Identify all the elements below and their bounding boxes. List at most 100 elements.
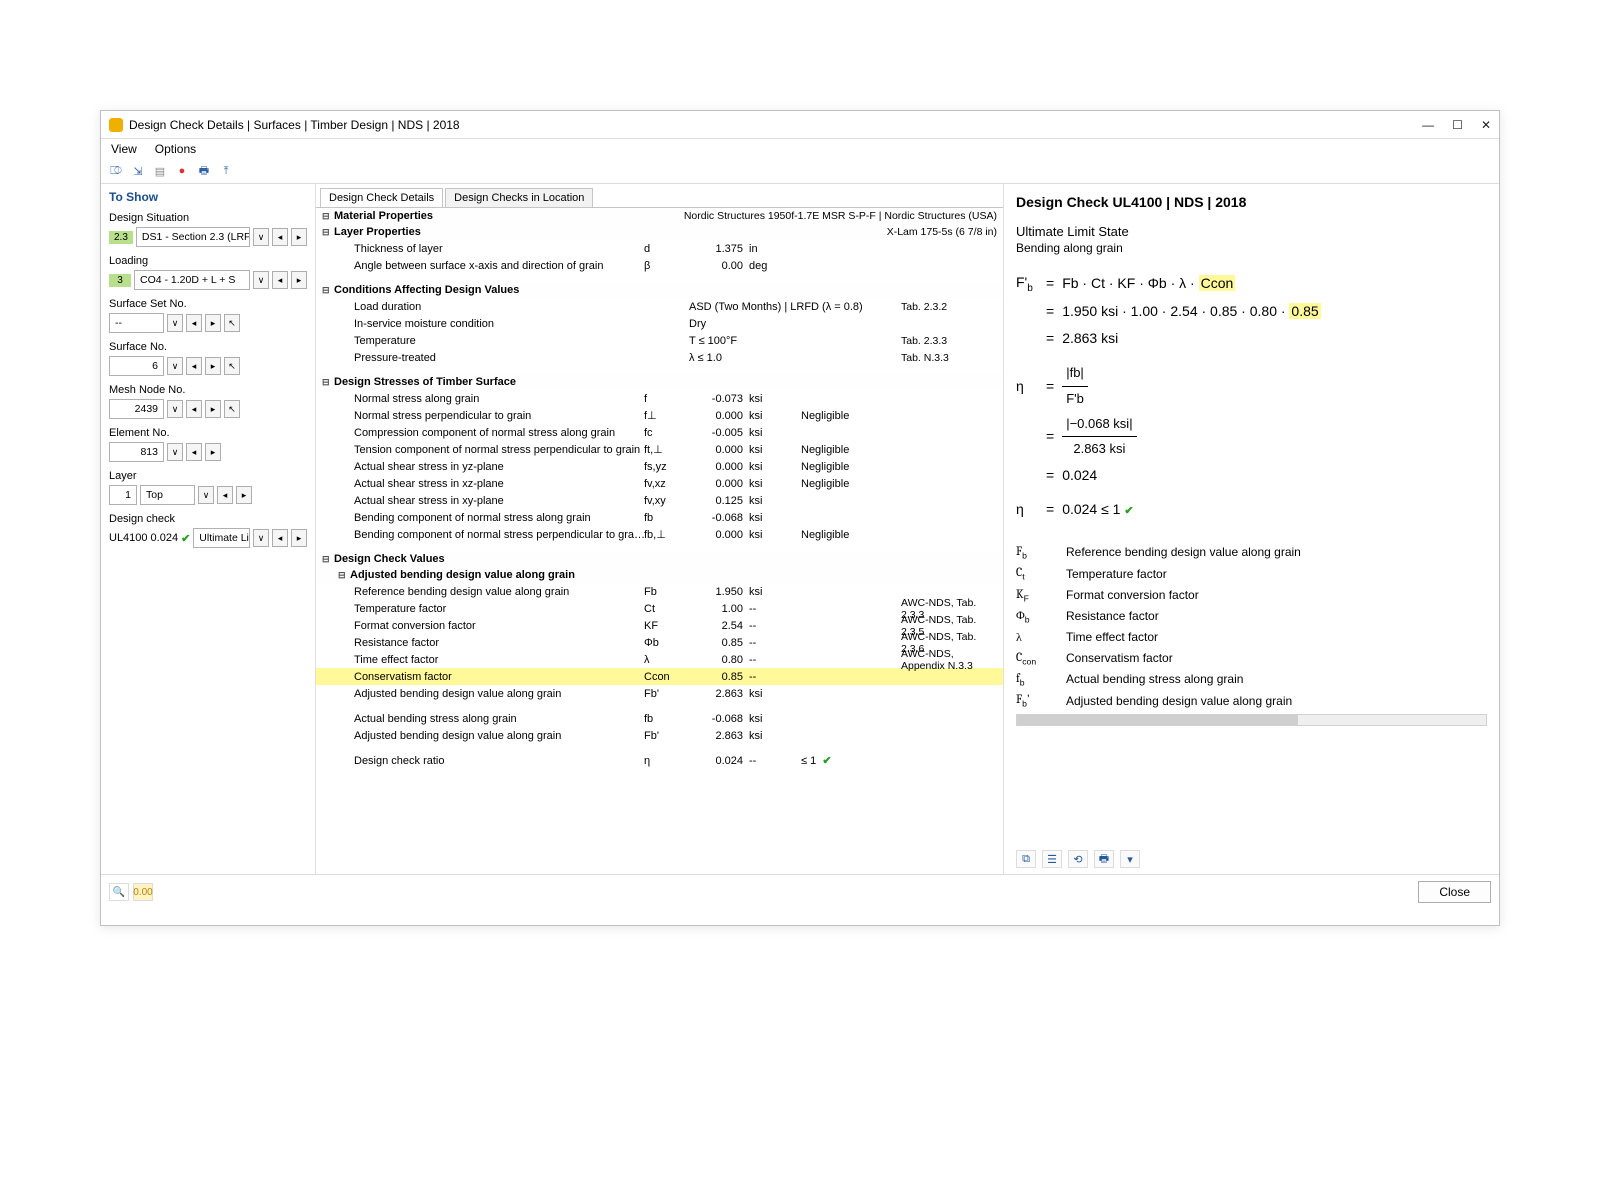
pick-icon[interactable]: ↖ <box>224 400 240 418</box>
tool-icon-3[interactable]: ⟲ <box>1068 850 1088 868</box>
close-x-button[interactable]: ✕ <box>1481 118 1491 132</box>
tool-print-icon[interactable]: 🖶 <box>1094 850 1114 868</box>
toolbar-icon-4[interactable]: ● <box>173 162 191 180</box>
dropdown-icon[interactable]: ∨ <box>198 486 214 504</box>
grid-row[interactable]: Bending component of normal stress along… <box>316 509 1003 526</box>
dropdown-icon[interactable]: ∨ <box>253 228 269 246</box>
grid-row[interactable]: Angle between surface x-axis and directi… <box>316 257 1003 274</box>
close-button[interactable]: Close <box>1418 881 1491 903</box>
next-button[interactable]: ▸ <box>205 400 221 418</box>
dropdown-icon[interactable]: ∨ <box>167 314 183 332</box>
minimize-button[interactable]: — <box>1422 118 1434 132</box>
prev-button[interactable]: ◂ <box>186 400 202 418</box>
grid-row[interactable]: Design check ratioη0.024--≤ 1 ✔ <box>316 752 1003 769</box>
legend-row: ΦbResistance factor <box>1016 608 1487 624</box>
dropdown-icon[interactable]: ∨ <box>167 357 183 375</box>
grid-row[interactable]: Time effect factorλ0.80--AWC-NDS, Append… <box>316 651 1003 668</box>
combo-element[interactable]: 813 <box>109 442 164 462</box>
grid-row[interactable]: Tension component of normal stress perpe… <box>316 441 1003 458</box>
grid-row[interactable]: Actual shear stress in yz-planefs,yz0.00… <box>316 458 1003 475</box>
maximize-button[interactable]: ☐ <box>1452 118 1463 132</box>
grid-row[interactable]: Load durationASD (Two Months) | LRFD (λ … <box>316 298 1003 315</box>
limit-state: Ultimate Limit State <box>1016 224 1487 239</box>
grid-row[interactable]: Normal stress perpendicular to grainf⊥0.… <box>316 407 1003 424</box>
prev-button[interactable]: ◂ <box>186 443 202 461</box>
horizontal-scrollbar[interactable] <box>1016 714 1487 726</box>
tab-details[interactable]: Design Check Details <box>320 188 443 207</box>
grid-row[interactable]: Pressure-treatedλ ≤ 1.0Tab. N.3.3 <box>316 349 1003 366</box>
combo-surface-set[interactable]: -- <box>109 313 164 333</box>
tool-dropdown-icon[interactable]: ▾ <box>1120 850 1140 868</box>
toolbar-icon-2[interactable]: ⇲ <box>129 162 147 180</box>
combo-layer-num[interactable]: 1 <box>109 485 137 505</box>
toolbar-print-icon[interactable]: 🖶 <box>195 162 213 180</box>
grid-row[interactable]: Actual shear stress in xy-planefv,xy0.12… <box>316 492 1003 509</box>
prev-button[interactable]: ◂ <box>272 529 288 547</box>
combo-layer-pos[interactable]: Top <box>140 485 195 505</box>
prev-button[interactable]: ◂ <box>186 357 202 375</box>
grid-row[interactable]: Format conversion factorKF2.54--AWC-NDS,… <box>316 617 1003 634</box>
grid-row[interactable]: Thickness of layerd1.375in <box>316 240 1003 257</box>
design-check-code: UL4100 <box>109 532 148 544</box>
pick-icon[interactable]: ↖ <box>224 357 240 375</box>
category: Bending along grain <box>1016 241 1487 255</box>
grid-row[interactable]: Compression component of normal stress a… <box>316 424 1003 441</box>
legend-row: KFFormat conversion factor <box>1016 587 1487 603</box>
grid-row[interactable]: Adjusted bending design value along grai… <box>316 685 1003 702</box>
check-title: Design Check UL4100 | NDS | 2018 <box>1016 194 1487 210</box>
tab-location[interactable]: Design Checks in Location <box>445 188 593 207</box>
next-button[interactable]: ▸ <box>205 357 221 375</box>
center-panel: Design Check Details Design Checks in Lo… <box>316 184 1004 874</box>
combo-design-check[interactable]: Ultimate Limit … <box>193 528 250 548</box>
combo-surface[interactable]: 6 <box>109 356 164 376</box>
grid-row[interactable]: Resistance factorΦb0.85--AWC-NDS, Tab. 2… <box>316 634 1003 651</box>
label-loading: Loading <box>109 255 307 267</box>
menubar: View Options <box>101 139 1499 159</box>
prev-button[interactable]: ◂ <box>217 486 233 504</box>
dropdown-icon[interactable]: ∨ <box>253 529 269 547</box>
pick-icon[interactable]: ↖ <box>224 314 240 332</box>
combo-mesh-node[interactable]: 2439 <box>109 399 164 419</box>
menu-options[interactable]: Options <box>155 142 196 156</box>
formula-block: F'b= Fb · Ct · KF · Φb · λ · Ccon = 1.95… <box>1016 269 1487 523</box>
formula-panel: Design Check UL4100 | NDS | 2018 Ultimat… <box>1004 184 1499 874</box>
prev-button[interactable]: ◂ <box>272 271 288 289</box>
toolbar-icon-6[interactable]: ⤒ <box>217 162 235 180</box>
grid-row[interactable]: Conservatism factorCcon0.85-- <box>316 668 1003 685</box>
footer-icon-2[interactable]: 0.00 <box>133 883 153 901</box>
grid-row[interactable]: Temperature factorCt1.00--AWC-NDS, Tab. … <box>316 600 1003 617</box>
legend-row: CconConservatism factor <box>1016 650 1487 666</box>
badge-loading: 3 <box>109 274 131 287</box>
grid-row[interactable]: Normal stress along grainf-0.073ksi <box>316 390 1003 407</box>
label-surface: Surface No. <box>109 341 307 353</box>
toolbar-icon-1[interactable]: ⎄ <box>107 162 125 180</box>
grid-row[interactable]: Actual bending stress along grainfb-0.06… <box>316 710 1003 727</box>
next-button[interactable]: ▸ <box>291 228 307 246</box>
prev-button[interactable]: ◂ <box>272 228 288 246</box>
prev-button[interactable]: ◂ <box>186 314 202 332</box>
next-button[interactable]: ▸ <box>291 271 307 289</box>
combo-loading[interactable]: CO4 - 1.20D + L + S <box>134 270 250 290</box>
grid-row[interactable]: Bending component of normal stress perpe… <box>316 526 1003 543</box>
label-surface-set: Surface Set No. <box>109 298 307 310</box>
combo-design-situation[interactable]: DS1 - Section 2.3 (LRFD), 1. t… <box>136 227 250 247</box>
next-button[interactable]: ▸ <box>205 443 221 461</box>
next-button[interactable]: ▸ <box>291 529 307 547</box>
grid-row[interactable]: TemperatureT ≤ 100°FTab. 2.3.3 <box>316 332 1003 349</box>
app-icon <box>109 118 123 132</box>
next-button[interactable]: ▸ <box>205 314 221 332</box>
menu-view[interactable]: View <box>111 142 137 156</box>
grid-row[interactable]: Actual shear stress in xz-planefv,xz0.00… <box>316 475 1003 492</box>
dropdown-icon[interactable]: ∨ <box>167 443 183 461</box>
dropdown-icon[interactable]: ∨ <box>167 400 183 418</box>
tool-icon-2[interactable]: ☰ <box>1042 850 1062 868</box>
grid-row[interactable]: Adjusted bending design value along grai… <box>316 727 1003 744</box>
check-ok-icon: ✔ <box>181 532 190 545</box>
footer-icon-1[interactable]: 🔍 <box>109 883 129 901</box>
dropdown-icon[interactable]: ∨ <box>253 271 269 289</box>
grid-row[interactable]: Reference bending design value along gra… <box>316 583 1003 600</box>
grid-row[interactable]: In-service moisture conditionDry <box>316 315 1003 332</box>
next-button[interactable]: ▸ <box>236 486 252 504</box>
toolbar-icon-3[interactable]: ▤ <box>151 162 169 180</box>
tool-icon-1[interactable]: ⧉ <box>1016 850 1036 868</box>
